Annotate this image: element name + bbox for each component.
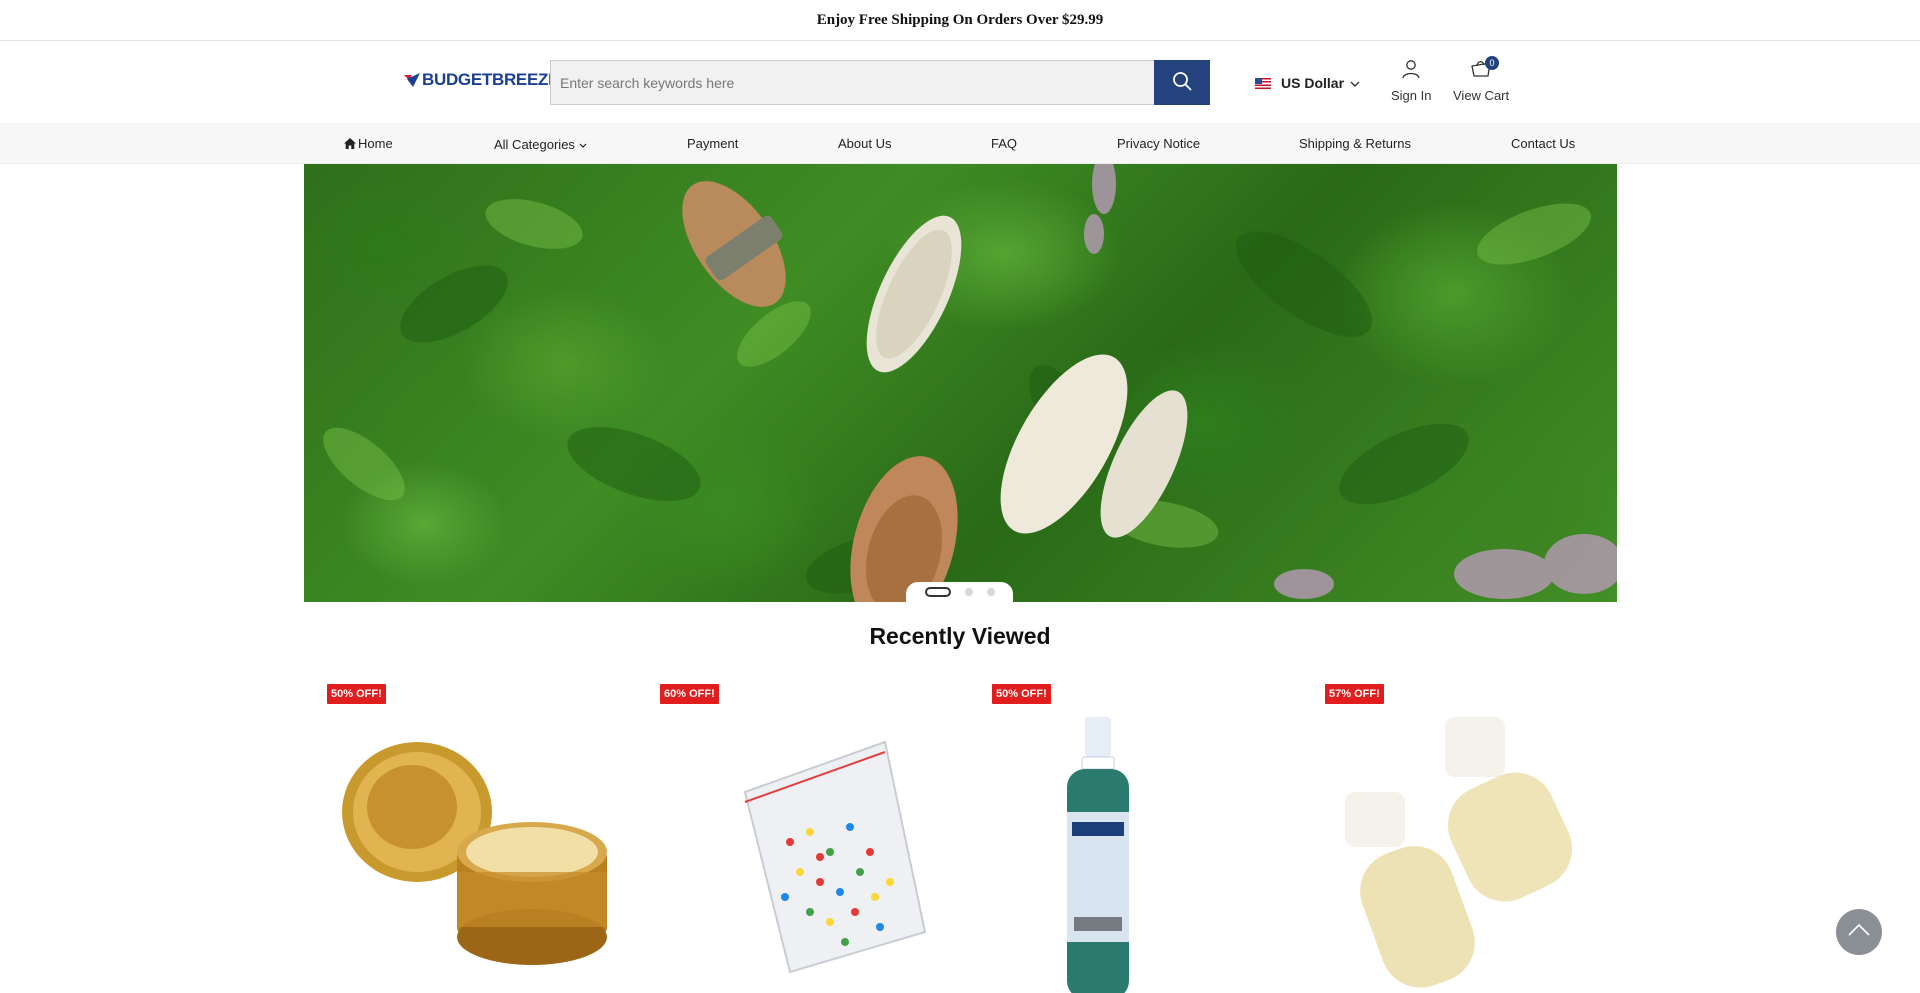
product-card[interactable]: 60% OFF! [660,682,960,993]
currency-selector[interactable]: US Dollar [1255,74,1360,92]
site-logo[interactable]: BUDGETBREEZE [403,70,559,90]
announcement-text: Enjoy Free Shipping On Orders Over $29.9… [816,11,1104,28]
banner-foliage-image [323,164,1617,602]
logo-mark-icon [403,72,421,88]
carousel-dot-3[interactable] [986,588,995,596]
nav-item-privacy-notice[interactable]: Privacy Notice [1117,123,1200,164]
espadrille-white [866,215,962,373]
search-icon [1172,71,1192,94]
led-bag-image [743,740,927,974]
chevron-up-icon [1848,923,1870,941]
nav-label-home: Home [358,136,393,151]
chevron-down-icon [1350,74,1360,92]
product-card[interactable]: 50% OFF! [992,682,1292,993]
main-nav: Home All Categories Payment About Us FAQ… [0,123,1920,164]
nav-item-all-categories[interactable]: All Categories [494,123,587,164]
candle-tins-image [342,742,607,965]
spray-bottle-image [1067,717,1129,993]
view-cart-link[interactable]: 0 View Cart [1453,56,1510,103]
user-icon [1401,59,1421,84]
discount-badge: 57% OFF! [1325,684,1384,704]
chevron-down-icon [579,123,587,164]
nav-item-faq[interactable]: FAQ [991,123,1017,164]
search-bar [550,60,1210,105]
carousel-indicators [906,582,1013,602]
view-cart-label: View Cart [1453,88,1510,103]
bottle-stoppers-image [1345,717,1573,988]
mule-tan [850,456,958,602]
sign-in-link[interactable]: Sign In [1391,59,1431,103]
us-flag-icon [1255,77,1271,89]
discount-badge: 50% OFF! [327,684,386,704]
search-input[interactable] [550,60,1154,105]
carousel-dot-1[interactable] [924,587,951,597]
sandal-gray [682,181,786,307]
recently-viewed-title: Recently Viewed [869,623,1051,649]
back-to-top-button[interactable] [1836,909,1882,955]
sign-in-label: Sign In [1391,88,1432,103]
carousel-dot-2[interactable] [964,588,973,596]
nav-item-contact-us[interactable]: Contact Us [1511,123,1575,164]
nav-item-home[interactable]: Home [344,123,393,164]
hero-banner[interactable] [304,164,1617,602]
nav-label-all-categories: All Categories [494,137,575,152]
logo-text: BUDGETBREEZE [422,70,560,89]
search-button[interactable] [1154,60,1210,105]
cart-count-badge: 0 [1485,56,1499,70]
discount-badge: 50% OFF! [992,684,1051,704]
nav-item-about-us[interactable]: About Us [838,123,891,164]
product-card[interactable]: 57% OFF! [1325,682,1625,993]
nav-item-payment[interactable]: Payment [687,123,738,164]
nav-item-shipping-returns[interactable]: Shipping & Returns [1299,123,1411,164]
currency-label: US Dollar [1281,75,1345,91]
product-card[interactable]: 50% OFF! [327,682,627,993]
home-icon [344,124,356,165]
announcement-bar: Enjoy Free Shipping On Orders Over $29.9… [0,0,1920,41]
discount-badge: 60% OFF! [660,684,719,704]
